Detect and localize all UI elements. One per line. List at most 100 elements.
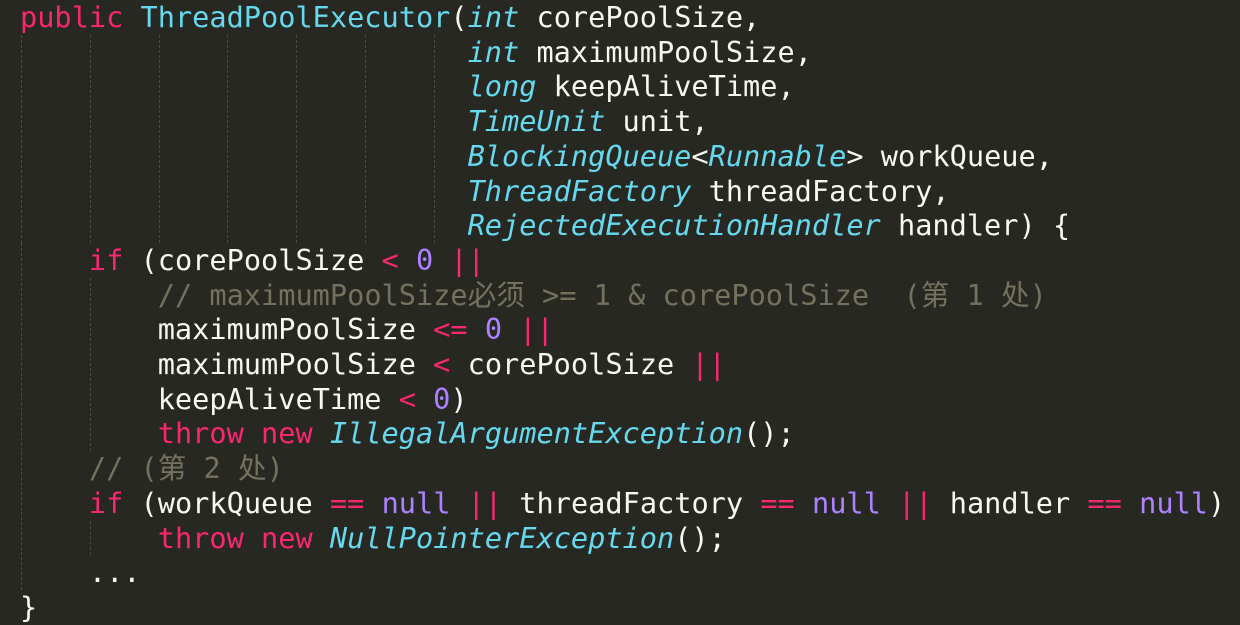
code-token: == xyxy=(760,485,795,520)
code-token: || xyxy=(519,312,554,347)
code-line: RejectedExecutionHandler handler) { xyxy=(20,208,1071,243)
code-token: || xyxy=(898,485,933,520)
indent-guide xyxy=(227,34,229,243)
code-token: throw xyxy=(157,416,244,451)
code-line: maximumPoolSize <= 0 || xyxy=(20,312,554,347)
indent-guide xyxy=(21,34,22,243)
code-token: keepAliveTime, xyxy=(536,69,795,104)
code-line: if (corePoolSize < 0 || xyxy=(20,243,485,278)
code-token: ( xyxy=(450,0,468,34)
code-token: ... xyxy=(20,555,141,590)
code-token: (); xyxy=(674,520,726,555)
code-token: (workQueue xyxy=(123,485,330,520)
code-token: RejectedExecutionHandler xyxy=(467,208,881,243)
code-token: handler xyxy=(932,485,1088,520)
code-line: // (第 2 处) xyxy=(20,451,284,486)
code-token: <= xyxy=(433,312,468,347)
code-token: BlockingQueue xyxy=(467,138,692,173)
code-token: null xyxy=(811,485,881,520)
code-line: } xyxy=(20,590,37,625)
indent-guide xyxy=(89,34,91,243)
code-token: < xyxy=(433,347,451,381)
code-token: threadFactory xyxy=(502,485,761,520)
code-token: TimeUnit xyxy=(467,104,606,139)
code-token: || xyxy=(467,485,503,520)
code-line: BlockingQueue<Runnable> workQueue, xyxy=(20,139,1053,174)
code-line: throw new NullPointerException(); xyxy=(20,521,726,556)
code-token: long xyxy=(467,69,537,104)
code-token: (corePoolSize xyxy=(123,242,382,277)
code-token: int xyxy=(467,0,520,34)
indent-guide xyxy=(158,34,160,243)
code-token: threadFactory, xyxy=(691,173,950,208)
code-token: maximumPoolSize xyxy=(20,347,434,381)
code-line: if (workQueue == null || threadFactory =… xyxy=(20,486,1225,521)
code-token: public xyxy=(20,0,124,34)
code-token: null xyxy=(381,485,451,520)
indent-guide xyxy=(89,520,91,556)
code-token: maximumPoolSize xyxy=(20,312,434,347)
code-token: new xyxy=(261,416,313,451)
code-token: > workQueue, xyxy=(846,138,1053,173)
code-token: ) xyxy=(450,381,468,416)
code-token: new xyxy=(261,520,313,555)
code-token: ) xyxy=(1207,485,1226,520)
code-token: ThreadPoolExecutor xyxy=(140,0,451,34)
indent-guide xyxy=(21,242,22,590)
code-line: ... xyxy=(20,555,141,590)
code-token: 0 xyxy=(484,312,503,347)
code-line: long keepAliveTime, xyxy=(20,69,795,104)
code-token: (); xyxy=(743,416,795,451)
code-token: // maximumPoolSize必须 >= 1 & corePoolSize… xyxy=(157,277,1047,312)
code-token: || xyxy=(691,347,726,381)
code-token: NullPointerException xyxy=(329,520,675,555)
code-token: keepAliveTime xyxy=(20,381,399,416)
code-token: corePoolSize xyxy=(450,347,692,381)
indent-guide xyxy=(433,34,435,243)
code-token: null xyxy=(1139,485,1208,520)
code-editor[interactable]: public ThreadPoolExecutor(int corePoolSi… xyxy=(20,0,1240,625)
code-token: maximumPoolSize, xyxy=(519,34,812,69)
code-token: Runnable xyxy=(708,138,847,173)
code-token: || xyxy=(450,242,485,277)
code-token: handler) { xyxy=(880,208,1071,243)
code-token: // (第 2 处) xyxy=(88,451,284,486)
code-token: } xyxy=(20,589,38,624)
code-token: corePoolSize, xyxy=(519,0,761,34)
code-token: 0 xyxy=(415,242,434,277)
indent-guide xyxy=(89,277,91,452)
code-line: maximumPoolSize < corePoolSize || xyxy=(20,347,726,382)
code-token: if xyxy=(88,485,124,520)
code-line: throw new IllegalArgumentException(); xyxy=(20,416,795,451)
indent-guide xyxy=(365,34,366,243)
code-line: keepAliveTime < 0) xyxy=(20,382,468,417)
code-token: IllegalArgumentException xyxy=(329,416,744,451)
code-token: 0 xyxy=(433,381,451,416)
code-token: int xyxy=(467,34,520,69)
code-token: unit, xyxy=(605,104,709,139)
code-token: < xyxy=(381,242,399,277)
code-token: if xyxy=(88,242,124,277)
code-line: int maximumPoolSize, xyxy=(20,35,812,70)
code-token: < xyxy=(691,138,709,173)
code-token: throw xyxy=(157,520,244,555)
